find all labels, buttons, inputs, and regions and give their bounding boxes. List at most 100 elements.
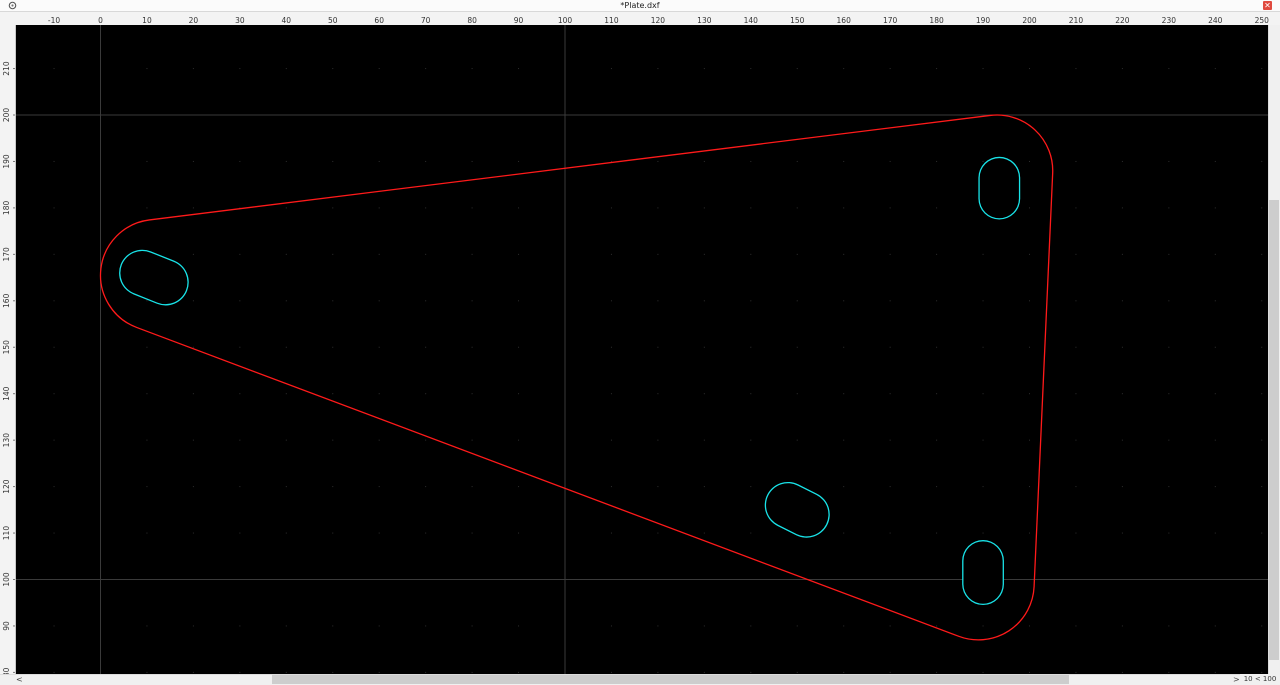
vertical-ruler[interactable]: 210 200 190 180 170 160 150 140 130 120 110 100 90 80 bbox=[0, 25, 16, 677]
grid-dot bbox=[1261, 393, 1263, 395]
ruler-top-label: 10 bbox=[142, 16, 152, 25]
grid-dot bbox=[1168, 671, 1170, 673]
grid-dot bbox=[1261, 253, 1263, 255]
grid-dot bbox=[425, 300, 427, 302]
grid-dot bbox=[750, 439, 752, 441]
grid-dot bbox=[1261, 207, 1263, 209]
ruler-left-label: 100 bbox=[2, 572, 11, 587]
grid-dot bbox=[1121, 346, 1123, 348]
grid-dot bbox=[982, 486, 984, 488]
grid-dot bbox=[425, 625, 427, 627]
grid-dot bbox=[1029, 532, 1030, 534]
grid-dot bbox=[889, 346, 891, 348]
grid-dot bbox=[146, 671, 148, 673]
ruler-left-label: 160 bbox=[2, 293, 11, 308]
grid-dot bbox=[843, 625, 845, 627]
grid-dot bbox=[982, 532, 984, 534]
slot-hole-inner bbox=[766, 483, 829, 537]
grid-dot bbox=[936, 671, 938, 673]
ruler-top-label: 120 bbox=[651, 16, 666, 25]
grid-dot bbox=[332, 207, 334, 209]
vertical-scroll-thumb[interactable] bbox=[1269, 200, 1279, 660]
grid-dot bbox=[796, 625, 798, 627]
grid-dot bbox=[471, 207, 473, 209]
grid-dot bbox=[936, 625, 938, 627]
grid-dot bbox=[518, 671, 520, 673]
ruler-top-label: 90 bbox=[514, 16, 524, 25]
grid-dot bbox=[703, 439, 705, 441]
grid-dot bbox=[239, 486, 241, 488]
grid-dot bbox=[239, 346, 241, 348]
grid-dot bbox=[889, 439, 891, 441]
grid-dot bbox=[518, 439, 520, 441]
ruler-left-label: 150 bbox=[2, 340, 11, 355]
grid-dot bbox=[146, 346, 148, 348]
grid-dot bbox=[192, 207, 194, 209]
grid-dot bbox=[610, 439, 612, 441]
grid-dot bbox=[936, 439, 938, 441]
grid-dot bbox=[703, 625, 705, 627]
close-button[interactable]: ✕ bbox=[1263, 1, 1272, 10]
grid-dot bbox=[1029, 253, 1030, 255]
drawing-svg[interactable] bbox=[16, 25, 1268, 674]
grid-dot bbox=[471, 625, 473, 627]
grid-dot bbox=[982, 253, 984, 255]
horizontal-ruler[interactable]: -10 0 10 20 30 40 50 60 70 80 90 100 110 120 130 140 150… bbox=[0, 12, 1280, 27]
ruler-top-label: 80 bbox=[467, 16, 477, 25]
grid-dot bbox=[1168, 439, 1170, 441]
grid-dot bbox=[332, 532, 334, 534]
grid-dot bbox=[750, 625, 752, 627]
grid-dot bbox=[332, 439, 334, 441]
grid-dot bbox=[1214, 68, 1216, 70]
grid-dot bbox=[53, 207, 55, 209]
grid-dot bbox=[146, 207, 148, 209]
grid-dot bbox=[1168, 346, 1170, 348]
ruler-left-label: 140 bbox=[2, 386, 11, 401]
grid-dot bbox=[285, 300, 287, 302]
ruler-top-label: 0 bbox=[98, 16, 103, 25]
grid-dot bbox=[1261, 625, 1263, 627]
horizontal-scroll-thumb[interactable] bbox=[272, 675, 1069, 684]
grid-dot bbox=[1121, 532, 1123, 534]
grid-dot bbox=[332, 625, 334, 627]
scroll-left-button[interactable]: < bbox=[16, 675, 23, 684]
grid-dot bbox=[657, 393, 659, 395]
grid-dot bbox=[1029, 68, 1030, 70]
grid-dot bbox=[610, 532, 612, 534]
grid-dot bbox=[518, 207, 520, 209]
grid-dot bbox=[982, 300, 984, 302]
grid-dot bbox=[378, 393, 380, 395]
grid-dot bbox=[703, 68, 705, 70]
grid-dot bbox=[425, 253, 427, 255]
grid-dot bbox=[1261, 346, 1263, 348]
grid-dot bbox=[796, 160, 798, 162]
ruler-top-label: 20 bbox=[189, 16, 199, 25]
grid-dot bbox=[285, 393, 287, 395]
grid-dot bbox=[239, 439, 241, 441]
ruler-top-label: 240 bbox=[1208, 16, 1223, 25]
grid-dot bbox=[146, 439, 148, 441]
drawing-canvas[interactable] bbox=[16, 25, 1268, 674]
ruler-left-label: 110 bbox=[2, 526, 11, 541]
grid-dot bbox=[843, 532, 845, 534]
grid-dot bbox=[982, 346, 984, 348]
grid-dot bbox=[889, 486, 891, 488]
grid-dot bbox=[1121, 393, 1123, 395]
grid-dot bbox=[703, 300, 705, 302]
title-bar: *Plate.dxf ✕ bbox=[0, 0, 1280, 12]
grid-dot bbox=[146, 393, 148, 395]
grid-dot bbox=[518, 160, 520, 162]
ruler-left-label: 80 bbox=[2, 667, 11, 674]
grid-dot bbox=[657, 625, 659, 627]
grid-dot bbox=[936, 253, 938, 255]
grid-dot bbox=[285, 253, 287, 255]
ruler-top-label: 220 bbox=[1115, 16, 1130, 25]
grid-dot bbox=[889, 207, 891, 209]
grid-dot bbox=[1075, 486, 1077, 488]
grid-dot bbox=[1214, 439, 1216, 441]
grid-dot bbox=[703, 160, 705, 162]
grid-dot bbox=[843, 253, 845, 255]
grid-dot bbox=[378, 253, 380, 255]
scroll-right-button[interactable]: > bbox=[1233, 675, 1240, 684]
grid-dot bbox=[53, 253, 55, 255]
